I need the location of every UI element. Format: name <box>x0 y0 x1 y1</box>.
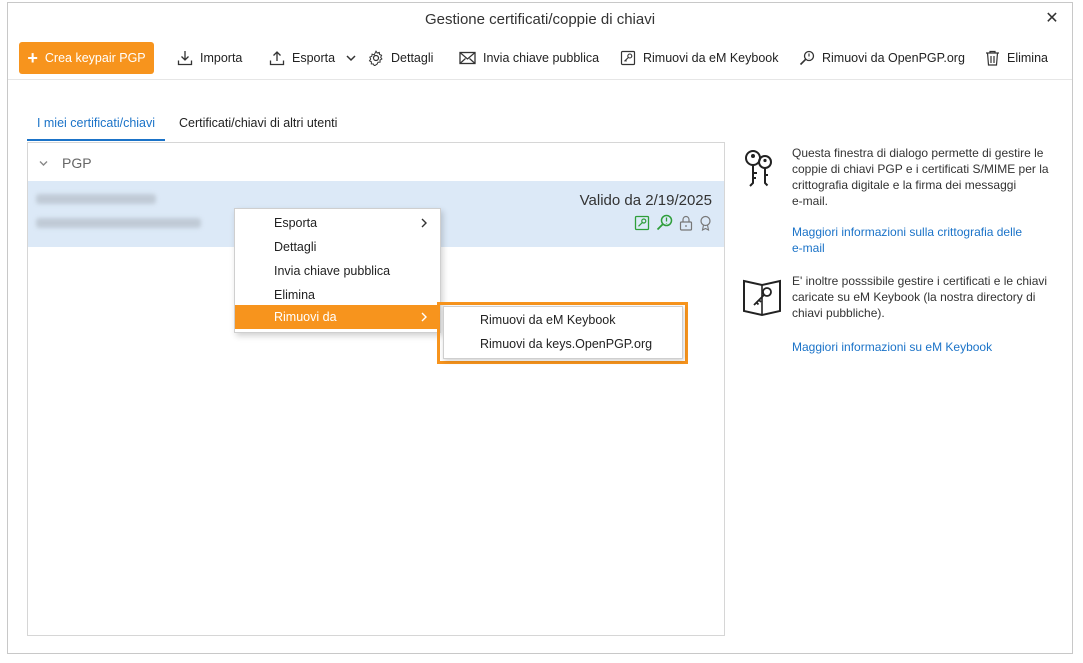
keybook-book-icon <box>743 279 781 317</box>
context-menu: Esporta Dettagli Invia chiave pubblica E… <box>234 208 441 333</box>
chevron-down-icon <box>346 55 356 62</box>
lock-icon <box>679 215 693 231</box>
send-public-key-button[interactable]: Invia chiave pubblica <box>459 42 599 74</box>
submenu-item-remove-openpgp[interactable]: Rimuovi da keys.OpenPGP.org <box>444 332 682 356</box>
side-info-crypto-text: Questa finestra di dialogo permette di g… <box>792 145 1049 209</box>
envelope-icon <box>459 51 476 65</box>
certificate-badge-icon <box>700 215 711 231</box>
valid-from-text: Valido da 2/19/2025 <box>579 192 712 209</box>
menu-item-details[interactable]: Dettagli <box>235 235 440 259</box>
menu-item-label: Esporta <box>274 216 318 230</box>
redacted-name <box>36 194 156 204</box>
import-button[interactable]: Importa <box>177 42 242 74</box>
redacted-email <box>36 218 201 228</box>
side-text-line: caricate su eM Keybook (la nostra direct… <box>792 290 1036 304</box>
tab-other-users-certificates[interactable]: Certificati/chiavi di altri utenti <box>179 111 337 141</box>
status-icons <box>634 214 712 231</box>
remove-from-keybook-label: Rimuovi da eM Keybook <box>643 51 779 65</box>
link-line: Maggiori informazioni sulla crittografia… <box>792 225 1023 239</box>
openpgp-status-icon <box>656 214 673 231</box>
side-text-line: chiavi pubbliche). <box>792 306 885 320</box>
window-title: Gestione certificati/coppie di chiavi <box>424 11 656 28</box>
menu-item-remove-from[interactable]: Rimuovi da <box>235 305 440 329</box>
chevron-down-icon <box>39 160 48 166</box>
crypto-info-link[interactable]: Maggiori informazioni sulla crittografia… <box>792 224 1022 256</box>
side-text-line: coppie di chiavi PGP e i certificati S/M… <box>792 162 1049 176</box>
details-button[interactable]: Dettagli <box>368 42 433 74</box>
trash-icon <box>986 50 999 66</box>
upload-icon <box>269 51 285 66</box>
menu-item-export[interactable]: Esporta <box>235 211 440 235</box>
key-search-icon <box>799 50 815 66</box>
keybook-status-icon <box>634 215 650 230</box>
keys-icon <box>745 150 772 187</box>
group-header-pgp[interactable]: PGP <box>38 155 92 171</box>
group-label: PGP <box>62 155 92 171</box>
plus-icon: + <box>27 48 38 68</box>
delete-button[interactable]: Elimina <box>985 42 1048 74</box>
remove-from-openpgp-label: Rimuovi da OpenPGP.org <box>822 51 965 65</box>
remove-from-keybook-button[interactable]: Rimuovi da eM Keybook <box>620 42 778 74</box>
side-text-line: crittografia digitale e la firma dei mes… <box>792 178 1017 192</box>
side-info-keybook-text: E' inoltre posssibile gestire i certific… <box>792 273 1047 321</box>
menu-item-label: Rimuovi da <box>274 310 337 324</box>
create-keypair-button[interactable]: + Crea keypair PGP <box>19 42 154 74</box>
create-keypair-label: Crea keypair PGP <box>44 51 146 65</box>
chevron-right-icon <box>421 218 427 228</box>
tab-my-certificates[interactable]: I miei certificati/chiavi <box>27 111 165 141</box>
side-text-line: E' inoltre posssibile gestire i certific… <box>792 274 1048 288</box>
import-label: Importa <box>200 51 243 65</box>
remove-from-openpgp-button[interactable]: Rimuovi da OpenPGP.org <box>799 42 965 74</box>
send-public-key-label: Invia chiave pubblica <box>483 51 600 65</box>
menu-item-delete[interactable]: Elimina <box>235 283 440 307</box>
gear-icon <box>368 50 383 66</box>
submenu-item-remove-keybook[interactable]: Rimuovi da eM Keybook <box>444 308 682 332</box>
close-icon[interactable]: ✕ <box>1042 9 1062 29</box>
keybook-icon <box>620 50 636 66</box>
side-text-line: e-mail. <box>792 194 829 208</box>
remove-from-submenu: Rimuovi da eM Keybook Rimuovi da keys.Op… <box>443 306 683 359</box>
export-label: Esporta <box>292 51 336 65</box>
export-button[interactable]: Esporta <box>269 42 357 74</box>
delete-label: Elimina <box>1007 51 1048 65</box>
link-line: e-mail <box>792 241 825 255</box>
details-label: Dettagli <box>391 51 434 65</box>
side-text-line: Questa finestra di dialogo permette di g… <box>792 146 1044 160</box>
toolbar: + Crea keypair PGP Importa Esporta Detta… <box>8 39 1072 80</box>
menu-item-send-public-key[interactable]: Invia chiave pubblica <box>235 259 440 283</box>
download-icon <box>177 51 193 66</box>
keybook-info-link[interactable]: Maggiori informazioni su eM Keybook <box>792 339 992 355</box>
chevron-right-icon <box>421 312 427 322</box>
